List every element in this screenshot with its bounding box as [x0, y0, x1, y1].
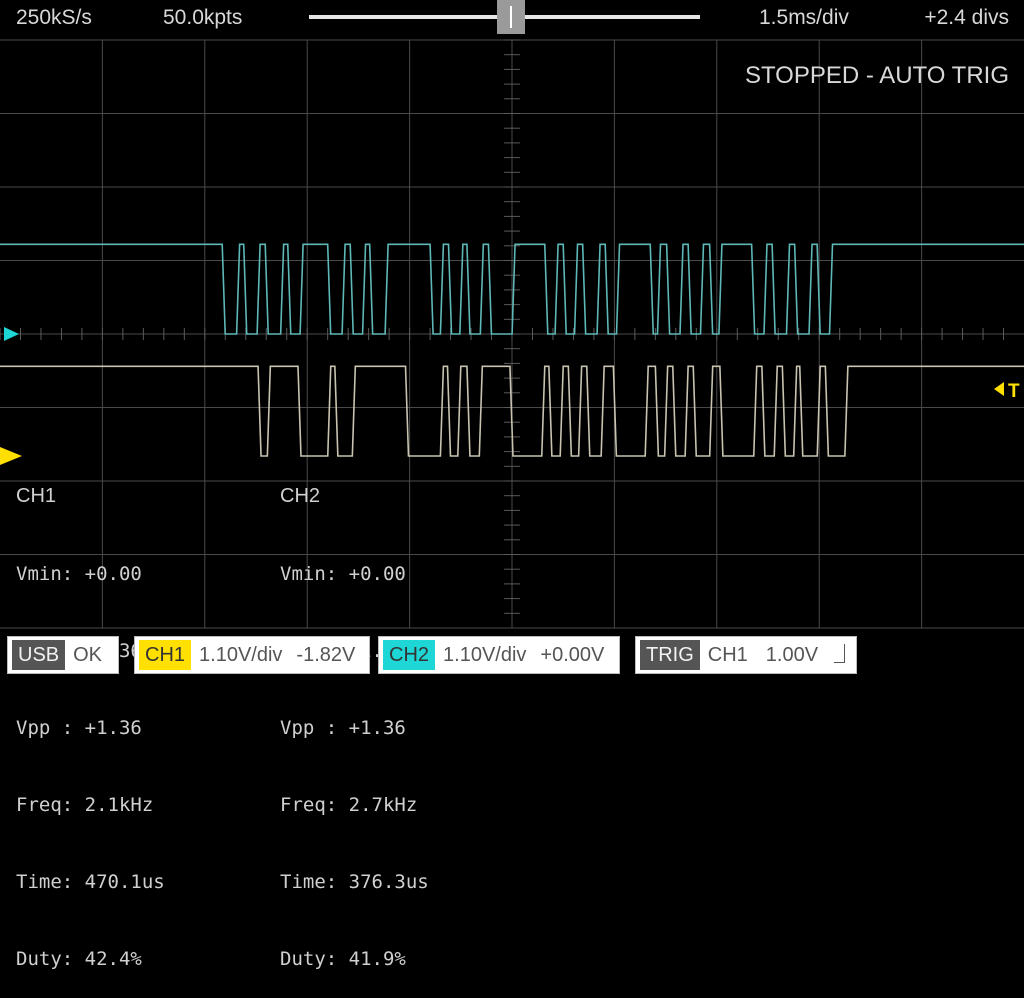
usb-tag: USB — [12, 640, 66, 670]
usb-status-box[interactable]: USB OK — [7, 636, 119, 674]
ch2-vpp: Vpp : +1.36 — [280, 716, 406, 739]
ch2-duty: Duty: 41.9% — [280, 948, 406, 971]
rising-edge-icon — [834, 643, 846, 663]
trigger-level-marker[interactable]: T — [1008, 381, 1020, 402]
ch2-settings-box[interactable]: CH2 1.10V/div +0.00V — [378, 636, 620, 674]
ch1-vpp: Vpp : +1.36 — [16, 716, 142, 739]
ch2-freq: Freq: 2.7kHz — [280, 793, 418, 816]
ch1-measurements: CH1 Vmin: +0.00 Vmax: +1.36 Vpp : +1.36 … — [16, 433, 165, 998]
trig-level: 1.00V — [765, 643, 819, 666]
trig-source: CH1 — [707, 643, 748, 666]
ch1-scale: 1.10V/div — [199, 643, 283, 666]
ch2-tag: CH2 — [383, 640, 436, 670]
ch2-measurements: CH2 Vmin: +0.00 Vmax: +1.36 Vpp : +1.36 … — [280, 433, 429, 998]
ch2-vmin: Vmin: +0.00 — [280, 562, 406, 585]
ch2-offset: +0.00V — [540, 643, 605, 666]
ch1-time: Time: 470.1us — [16, 870, 165, 893]
ch1-freq: Freq: 2.1kHz — [16, 793, 154, 816]
trigger-level-arrow-icon[interactable] — [994, 382, 1004, 396]
ch2-scale: 1.10V/div — [443, 643, 527, 666]
ch1-measurements-title: CH1 — [16, 485, 57, 508]
ch2-measurements-title: CH2 — [280, 485, 321, 508]
usb-status: OK — [73, 643, 103, 666]
ch2-ground-marker-icon[interactable] — [4, 327, 19, 341]
trigger-settings-box[interactable]: TRIG CH1 1.00V — [635, 636, 857, 674]
ch1-vmin: Vmin: +0.00 — [16, 562, 142, 585]
trig-tag: TRIG — [640, 640, 700, 670]
ch1-offset: -1.82V — [296, 643, 356, 666]
ch2-time: Time: 376.3us — [280, 870, 429, 893]
acquisition-status: STOPPED - AUTO TRIG — [744, 62, 1009, 89]
ch1-tag: CH1 — [139, 640, 192, 670]
ch1-duty: Duty: 42.4% — [16, 948, 142, 971]
ch1-settings-box[interactable]: CH1 1.10V/div -1.82V — [134, 636, 370, 674]
